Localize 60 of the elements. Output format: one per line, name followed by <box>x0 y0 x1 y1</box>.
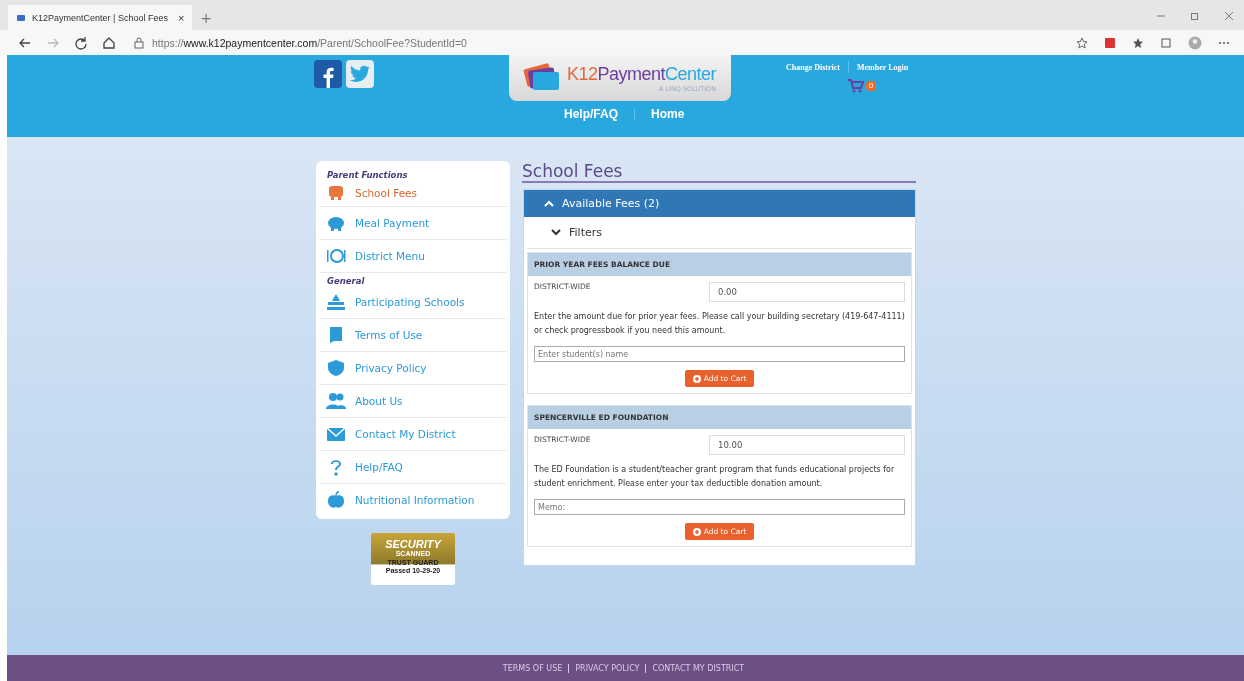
shield-icon <box>326 359 346 377</box>
sidebar-item[interactable]: Privacy Policy <box>319 352 507 385</box>
available-fees-header[interactable]: Available Fees (2) <box>524 190 915 217</box>
amount-input-field[interactable]: 10.00 <box>709 435 905 455</box>
favorites-icon[interactable] <box>1132 36 1144 49</box>
site-icon <box>16 12 26 23</box>
footer-link[interactable]: CONTACT MY DISTRICT <box>652 663 745 673</box>
sidebar-item[interactable]: Participating Schools <box>319 286 507 319</box>
sidebar-item[interactable]: Nutritional Information <box>319 484 507 516</box>
footer-link[interactable]: TERMS OF USE <box>502 663 563 673</box>
restore-icon[interactable] <box>1190 11 1200 21</box>
plate-icon <box>326 247 346 265</box>
browser-tab[interactable]: K12PaymentCenter | School Fees × <box>8 5 193 30</box>
building-icon <box>326 293 346 311</box>
cards-icon <box>521 63 561 93</box>
piggy-bank-icon <box>326 214 346 232</box>
header-link[interactable]: Change District <box>786 62 840 72</box>
sidebar-item[interactable]: About Us <box>319 385 507 418</box>
close-icon[interactable] <box>1224 11 1234 21</box>
sidebar-item[interactable]: District Menu <box>319 240 507 273</box>
facebook-icon[interactable] <box>314 60 342 88</box>
bus-icon <box>326 184 346 202</box>
header-link[interactable]: Member Login <box>857 62 909 72</box>
star-icon[interactable] <box>1076 36 1088 49</box>
logo-text: K12PaymentCenter <box>567 63 717 85</box>
sidebar-item[interactable]: Contact My District <box>319 418 507 451</box>
lock-icon <box>134 36 144 49</box>
collections-icon[interactable] <box>1160 36 1172 49</box>
tab-title: K12PaymentCenter | School Fees <box>32 12 168 23</box>
fee-description: Enter the amount due for prior year fees. Please call your building secretary (419-647-4111) or check progressbook if you need this amount. <box>534 311 905 337</box>
extension-icon[interactable] <box>1104 36 1116 49</box>
sidebar-section-title: Parent Functions <box>326 169 409 180</box>
home-icon[interactable] <box>102 35 116 50</box>
footer-link[interactable]: PRIVACY POLICY <box>575 663 640 673</box>
page-title: School Fees <box>522 161 916 183</box>
sidebar-item[interactable]: Terms of Use <box>319 319 507 352</box>
chevron-down-icon <box>551 229 561 236</box>
sidebar-item[interactable]: Help/FAQ <box>319 451 507 484</box>
profile-icon[interactable] <box>1188 35 1202 50</box>
plus-circle-icon <box>692 527 701 536</box>
people-icon <box>326 392 346 410</box>
refresh-icon[interactable] <box>74 35 88 50</box>
new-tab-button[interactable]: + <box>200 10 213 26</box>
sidebar-section-title: General <box>326 275 366 286</box>
envelope-icon <box>326 425 346 443</box>
nav-link[interactable]: Home <box>651 107 685 121</box>
more-icon[interactable] <box>1218 40 1230 45</box>
amount-input-field[interactable]: 0.00 <box>709 282 905 302</box>
cart-icon[interactable] <box>847 79 864 93</box>
sidebar-item[interactable]: School Fees <box>319 180 507 207</box>
nav-link[interactable]: Help/FAQ <box>564 107 618 121</box>
memo-input-field[interactable]: Memo: <box>534 499 905 515</box>
close-tab-button[interactable]: × <box>177 11 185 24</box>
apple-icon <box>326 491 346 509</box>
plus-circle-icon <box>692 374 701 383</box>
filters-toggle[interactable]: Filters <box>527 217 912 249</box>
fee-description: The ED Foundation is a student/teacher grant program that funds educational projects for student enrichment. Please enter your tax deductible donation amount. <box>534 464 896 490</box>
chevron-up-icon <box>544 200 554 207</box>
memo-input-field[interactable]: Enter student(s) name <box>534 346 905 362</box>
sidebar-item[interactable]: Meal Payment <box>319 207 507 240</box>
